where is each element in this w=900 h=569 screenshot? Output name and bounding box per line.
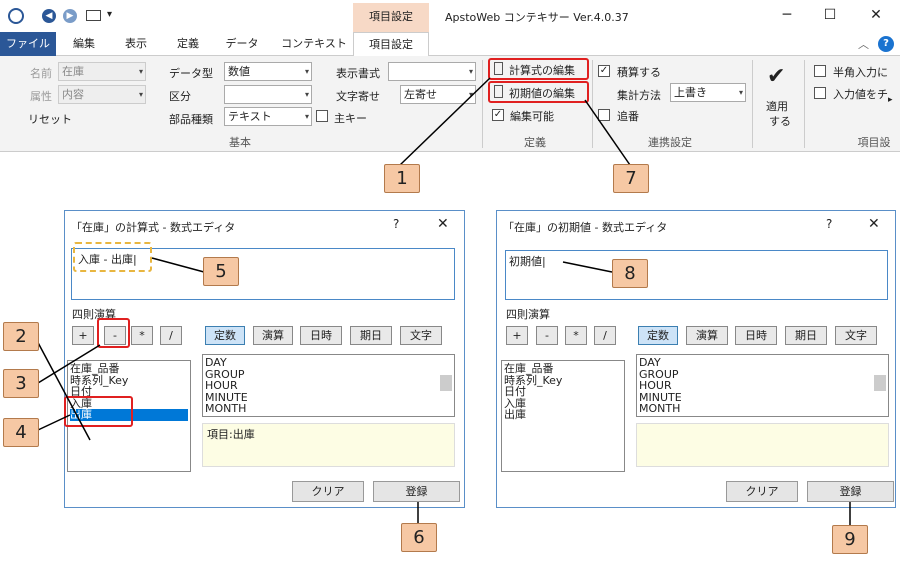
callout-5: 5 <box>203 257 239 286</box>
leader-line-3 <box>37 344 101 384</box>
callout-lines <box>34 77 851 528</box>
callout-2: 2 <box>3 322 39 351</box>
leader-line-7 <box>584 99 631 166</box>
callout-6: 6 <box>401 523 437 552</box>
leader-line-4 <box>37 414 71 431</box>
callout-1: 1 <box>384 164 420 193</box>
leader-line-2 <box>34 336 91 441</box>
callout-3: 3 <box>3 369 39 398</box>
leader-line-1 <box>399 77 491 166</box>
callout-7: 7 <box>613 164 649 193</box>
callout-8: 8 <box>612 259 648 288</box>
callout-4: 4 <box>3 418 39 447</box>
leader-line-5 <box>151 257 205 273</box>
leader-line-8 <box>562 261 613 273</box>
callout-9: 9 <box>832 525 868 554</box>
